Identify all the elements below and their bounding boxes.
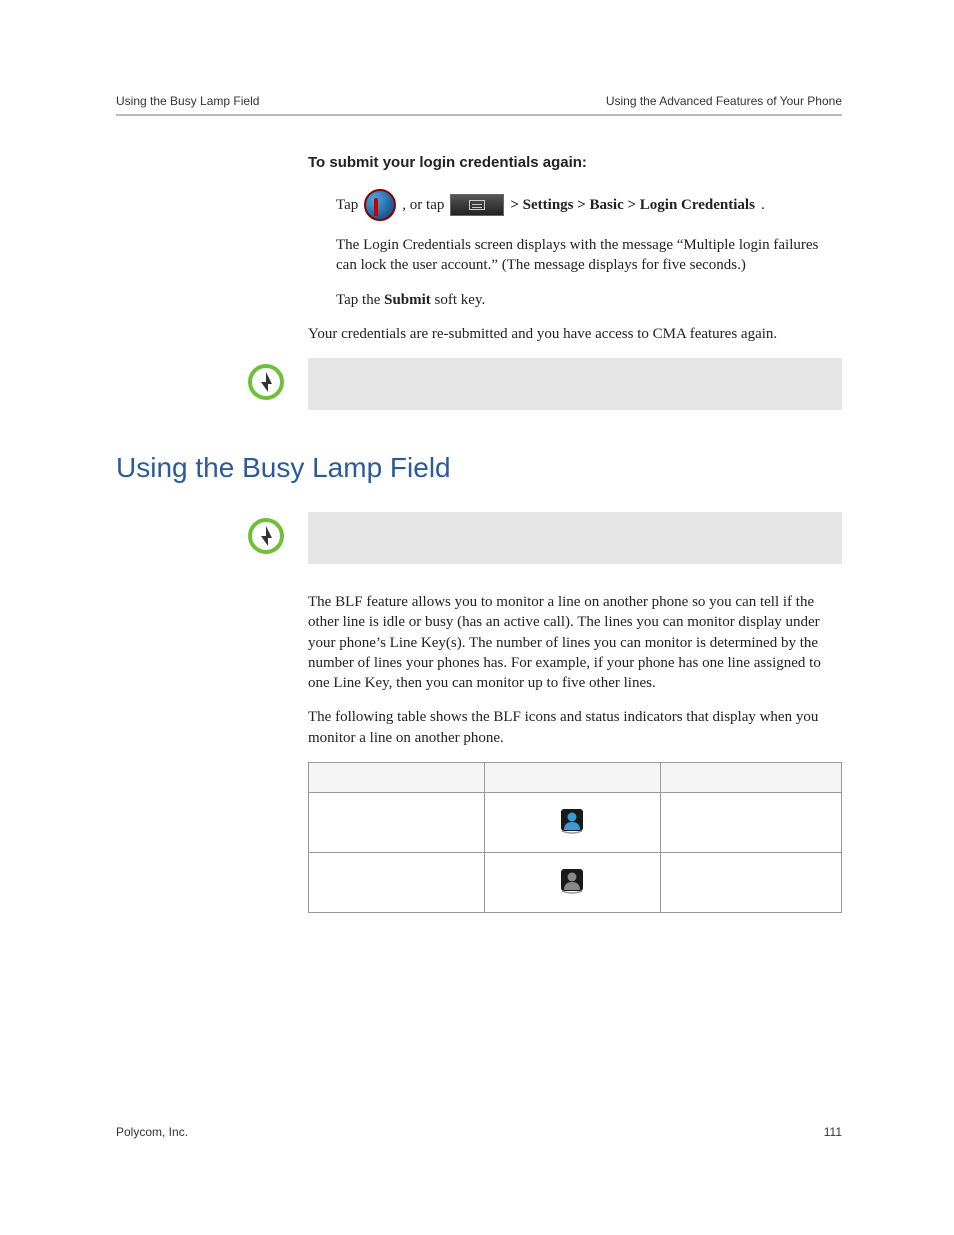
- power-tip-icon: [248, 518, 284, 554]
- step-1: Tap , or tap > Settings > Basic > Login …: [336, 189, 842, 221]
- tap-label: Tap: [336, 195, 358, 215]
- period: .: [761, 195, 765, 215]
- procedure-heading: To submit your login credentials again:: [308, 154, 842, 171]
- page-footer: Polycom, Inc. 111: [116, 1125, 842, 1139]
- blf-icon-table: [308, 762, 842, 913]
- callout-1: [116, 358, 842, 410]
- blf-description: The BLF feature allows you to monitor a …: [308, 592, 842, 693]
- table-row: [309, 852, 842, 912]
- step-1-description: The Login Credentials screen displays wi…: [336, 235, 842, 276]
- content-column: To submit your login credentials again: …: [308, 154, 842, 344]
- power-tip-icon: [248, 364, 284, 400]
- document-page: Using the Busy Lamp Field Using the Adva…: [0, 0, 954, 1235]
- submit-softkey-label: Submit: [384, 292, 431, 308]
- cell-r1c1: [309, 792, 485, 852]
- running-header: Using the Busy Lamp Field Using the Adva…: [116, 94, 842, 116]
- cell-r2c1: [309, 852, 485, 912]
- step-2: Tap the Submit soft key.: [336, 290, 842, 310]
- lock-icon: [364, 189, 396, 221]
- nav-path: > Settings > Basic > Login Credentials: [510, 195, 755, 215]
- result-text: Your credentials are re-submitted and yo…: [308, 324, 842, 344]
- cell-r1c3: [660, 792, 841, 852]
- th-1: [309, 762, 485, 792]
- table-intro: The following table shows the BLF icons …: [308, 707, 842, 748]
- header-left: Using the Busy Lamp Field: [116, 94, 259, 108]
- menu-button-icon: [450, 194, 504, 216]
- callout-box-1: [308, 358, 842, 410]
- th-3: [660, 762, 841, 792]
- section2-content: The BLF feature allows you to monitor a …: [308, 592, 842, 913]
- header-right: Using the Advanced Features of Your Phon…: [606, 94, 842, 108]
- cell-r2c3: [660, 852, 841, 912]
- footer-company: Polycom, Inc.: [116, 1125, 188, 1139]
- table-header-row: [309, 762, 842, 792]
- person-gray-icon: [558, 866, 586, 894]
- callout-2: [116, 512, 842, 564]
- table-row: [309, 792, 842, 852]
- cell-r1c2: [484, 792, 660, 852]
- person-blue-icon: [558, 806, 586, 834]
- footer-page-number: 111: [824, 1125, 842, 1139]
- or-tap-label: , or tap: [402, 195, 444, 215]
- section-title: Using the Busy Lamp Field: [116, 452, 842, 484]
- callout-box-2: [308, 512, 842, 564]
- cell-r2c2: [484, 852, 660, 912]
- th-2: [484, 762, 660, 792]
